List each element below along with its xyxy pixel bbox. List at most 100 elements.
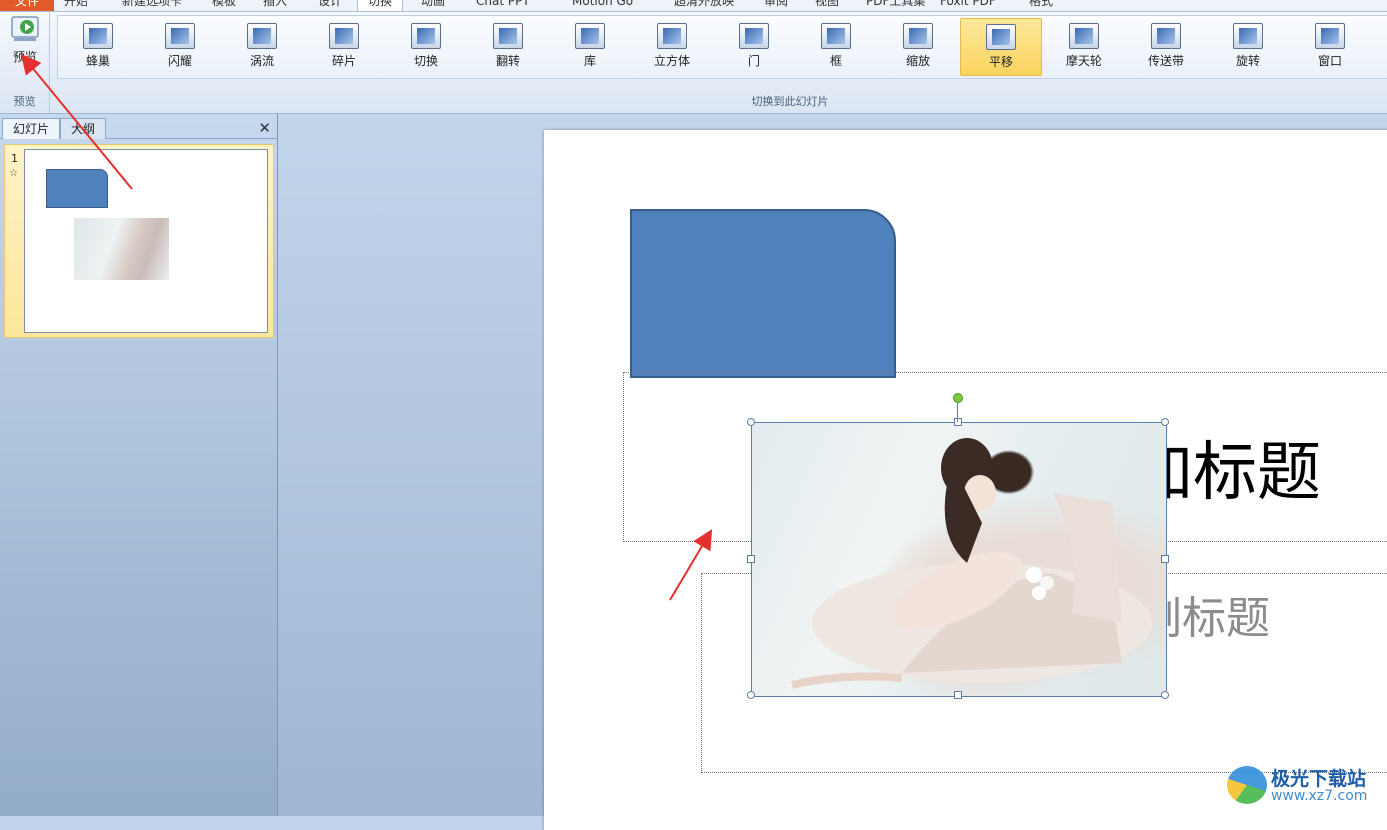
- resize-handle-bottom-right[interactable]: [1161, 691, 1169, 699]
- tab-insert[interactable]: 插入: [263, 0, 287, 11]
- box-icon: [821, 23, 851, 49]
- inserted-photo[interactable]: [751, 422, 1167, 697]
- resize-handle-bottom[interactable]: [954, 691, 962, 699]
- tab-pdf-tools[interactable]: PDF工具集: [866, 0, 925, 11]
- effect-honeycomb[interactable]: 蜂巢: [58, 18, 138, 74]
- transition-gallery: 蜂巢 闪耀 涡流 碎片 切换 翻转 库 立方体 门 框 缩放 平移 摩天轮 传送…: [57, 15, 1387, 79]
- conveyor-icon: [1151, 23, 1181, 49]
- effect-label: 框: [829, 54, 842, 68]
- effect-label: 立方体: [653, 54, 690, 68]
- effect-shred[interactable]: 碎片: [304, 18, 384, 74]
- preview-group: 预览 预览: [0, 12, 50, 113]
- honeycomb-icon: [83, 23, 113, 49]
- tab-slides[interactable]: 幻灯片: [2, 118, 61, 139]
- rotate-stem: [957, 403, 958, 422]
- tab-motiongo[interactable]: Motion Go: [572, 0, 633, 11]
- slide-thumbnail[interactable]: 1 ☆: [4, 144, 274, 338]
- transition-group-label: 切换到此幻灯片: [751, 95, 829, 108]
- effect-vortex[interactable]: 涡流: [222, 18, 302, 74]
- effect-zoom[interactable]: 缩放: [878, 18, 958, 74]
- tab-new[interactable]: 新建选项卡: [122, 0, 182, 11]
- effect-label: 门: [747, 54, 760, 68]
- slide-number: 1: [11, 152, 18, 165]
- effect-label: 窗口: [1317, 54, 1342, 68]
- tab-chatppt[interactable]: Chat PPT: [476, 0, 530, 11]
- preview-button[interactable]: 预览: [5, 16, 45, 74]
- resize-handle-top-left[interactable]: [747, 418, 755, 426]
- effect-doors[interactable]: 门: [714, 18, 794, 74]
- effect-gallery[interactable]: 库: [550, 18, 630, 74]
- tab-show[interactable]: 超清外放映: [674, 0, 734, 11]
- rotate-icon: [1233, 23, 1263, 49]
- effect-glitter[interactable]: 闪耀: [140, 18, 220, 74]
- tab-format[interactable]: 格式: [1029, 0, 1053, 11]
- tab-foxit[interactable]: Foxit PDF: [940, 0, 996, 11]
- resize-handle-top-right[interactable]: [1161, 418, 1169, 426]
- watermark-logo-icon: [1227, 766, 1267, 804]
- effect-label: 闪耀: [167, 54, 192, 68]
- resize-handle-top[interactable]: [954, 418, 962, 426]
- watermark-title: 极光下载站: [1271, 768, 1367, 790]
- effect-conveyor[interactable]: 传送带: [1126, 18, 1206, 74]
- tab-outline[interactable]: 大纲: [60, 118, 107, 139]
- tab-transitions[interactable]: 切换: [357, 0, 404, 11]
- preview-icon: [11, 16, 39, 41]
- doors-icon: [739, 23, 769, 49]
- star-icon: ☆: [9, 168, 18, 179]
- effect-ferris-wheel[interactable]: 摩天轮: [1044, 18, 1124, 74]
- effect-label: 传送带: [1147, 54, 1184, 68]
- shred-icon: [329, 23, 359, 49]
- zoom-icon: [903, 23, 933, 49]
- resize-handle-right[interactable]: [1161, 555, 1169, 563]
- tab-animation[interactable]: 动画: [421, 0, 445, 11]
- flip-icon: [493, 23, 523, 49]
- effect-label: 涡流: [249, 54, 274, 68]
- effect-label: 蜂巢: [85, 54, 110, 68]
- effect-label: 旋转: [1235, 54, 1260, 68]
- preview-button-label: 预览: [12, 50, 37, 64]
- gallery-icon: [575, 23, 605, 49]
- ribbon: 预览 预览 蜂巢 闪耀 涡流 碎片 切换 翻转 库 立方体 门 框 缩放 平移 …: [0, 12, 1387, 114]
- cube-icon: [657, 23, 687, 49]
- transition-group: 蜂巢 闪耀 涡流 碎片 切换 翻转 库 立方体 门 框 缩放 平移 摩天轮 传送…: [50, 12, 1387, 113]
- effect-cube[interactable]: 立方体: [632, 18, 712, 74]
- resize-handle-bottom-left[interactable]: [747, 691, 755, 699]
- slides-panel: 幻灯片 大纲 ✕ 1 ☆: [0, 114, 278, 816]
- effect-switch[interactable]: 切换: [386, 18, 466, 74]
- window-icon: [1315, 23, 1345, 49]
- effect-label: 切换: [413, 54, 438, 68]
- rounded-rectangle-shape[interactable]: [630, 209, 896, 378]
- ribbon-tab-strip: 文件 开始 新建选项卡 模板 插入 设计 切换 动画 Chat PPT Moti…: [0, 0, 1387, 12]
- glitter-icon: [165, 23, 195, 49]
- effect-flip[interactable]: 翻转: [468, 18, 548, 74]
- tab-view[interactable]: 视图: [815, 0, 839, 11]
- close-icon[interactable]: ✕: [258, 118, 271, 138]
- effect-box[interactable]: 框: [796, 18, 876, 74]
- effect-window[interactable]: 窗口: [1290, 18, 1370, 74]
- resize-handle-left[interactable]: [747, 555, 755, 563]
- pan-icon: [986, 24, 1016, 50]
- effect-label: 摩天轮: [1065, 54, 1102, 68]
- thumbnail-slide: [24, 149, 268, 333]
- effect-rotate[interactable]: 旋转: [1208, 18, 1288, 74]
- effect-label: 碎片: [331, 54, 356, 68]
- effect-pan[interactable]: 平移: [960, 18, 1042, 76]
- effect-label: 库: [583, 54, 596, 68]
- vortex-icon: [247, 23, 277, 49]
- tab-file[interactable]: 文件: [0, 0, 54, 11]
- tab-design[interactable]: 设计: [318, 0, 342, 11]
- thumbnail-photo: [74, 218, 169, 280]
- thumbnail-shape: [46, 169, 108, 208]
- rotate-handle[interactable]: [953, 393, 963, 403]
- editing-canvas: 单击此处添加标题 单击此处添加副标题: [278, 114, 1387, 830]
- effect-label: 平移: [988, 55, 1013, 69]
- switch-icon: [411, 23, 441, 49]
- tab-review[interactable]: 审阅: [764, 0, 788, 11]
- effect-label: 缩放: [905, 54, 930, 68]
- tab-home[interactable]: 开始: [64, 0, 88, 11]
- slide[interactable]: 单击此处添加标题 单击此处添加副标题: [544, 130, 1387, 830]
- effect-label: 翻转: [495, 54, 520, 68]
- ferris-wheel-icon: [1069, 23, 1099, 49]
- tab-template[interactable]: 模板: [212, 0, 236, 11]
- watermark-url: www.xz7.com: [1271, 788, 1368, 804]
